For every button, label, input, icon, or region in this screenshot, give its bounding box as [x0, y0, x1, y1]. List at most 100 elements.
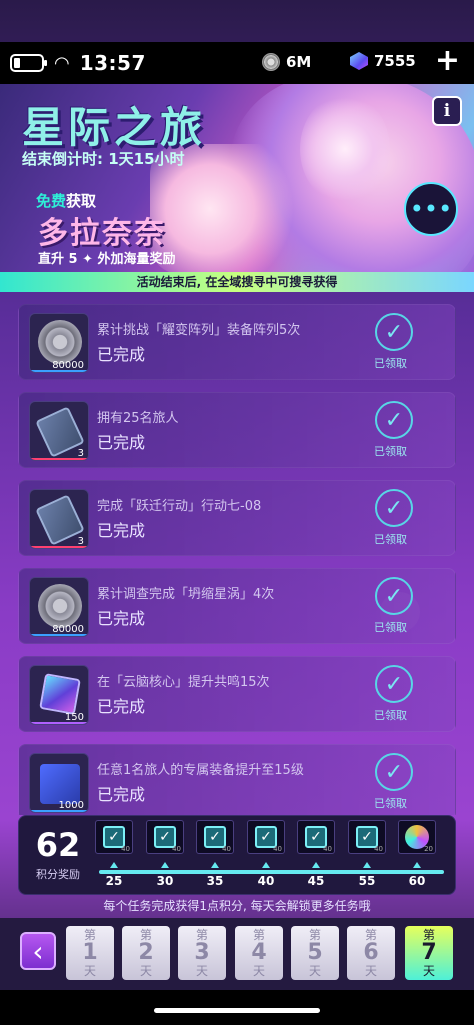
milestone-reward[interactable]: ✓ 40 — [196, 820, 234, 858]
reward-icon-box: 150 — [29, 665, 89, 725]
event-note: 活动结束后, 在全域搜寻中可搜寻获得 — [0, 272, 474, 292]
day-tab-6[interactable]: 第6天 — [347, 926, 395, 980]
day-tab-1[interactable]: 第1天 — [66, 926, 114, 980]
task-row[interactable]: 3 完成「跃迁行动」行动七-08 已完成 ✓ 已领取 — [18, 480, 456, 556]
gem-balance[interactable]: 7555 — [350, 52, 416, 70]
milestone-marker — [262, 862, 270, 868]
reward-icon-box: 80000 — [29, 313, 89, 373]
day-bottom: 天 — [308, 964, 321, 978]
battery-icon — [10, 54, 47, 72]
event-title: 星际之旅 — [22, 103, 207, 152]
milestone-value: 55 — [358, 874, 376, 888]
task-status: 已完成 — [97, 521, 146, 540]
task-title: 在「云脑核心」提升共鸣15次 — [97, 675, 270, 690]
milestone-value: 60 — [408, 874, 426, 888]
day-bottom: 天 — [252, 964, 265, 978]
task-status: 已完成 — [97, 345, 146, 364]
day-tab-3[interactable]: 第3天 — [178, 926, 226, 980]
points-label: 积分奖励 — [36, 868, 80, 881]
event-countdown: 结束倒计时: 1天15小时 — [22, 150, 185, 168]
reward-icon-box: 80000 — [29, 577, 89, 637]
check-icon: ✓ — [375, 577, 413, 615]
milestone-value: 30 — [156, 874, 174, 888]
day-selector: ‹ 第1天 第2天 第3天 第4天 第5天 第6天 第7天 — [0, 918, 474, 990]
milestone-marker — [161, 862, 169, 868]
milestone-value: 45 — [307, 874, 325, 888]
milestone-reward[interactable]: 20 — [398, 820, 436, 858]
back-button[interactable]: ‹ — [20, 932, 56, 970]
milestone-mini: 40 — [374, 845, 383, 853]
status-left: ◠ 13:57 — [10, 51, 146, 75]
coin-icon — [262, 53, 280, 71]
wifi-icon: ◠ — [54, 52, 70, 74]
day-tab-7[interactable]: 第7天 — [405, 926, 453, 980]
day-number: 3 — [194, 940, 210, 965]
claimed-label: 已领取 — [374, 533, 407, 546]
task-title: 拥有25名旅人 — [97, 411, 179, 426]
chat-icon[interactable]: ••• — [404, 182, 458, 236]
milestone-mini: 40 — [222, 845, 231, 853]
reward-icon-box: 3 — [29, 401, 89, 461]
check-icon: ✓ — [375, 665, 413, 703]
add-currency-button[interactable]: + — [435, 46, 460, 76]
gem-icon — [350, 52, 368, 70]
milestone-marker — [312, 862, 320, 868]
rarity-bar — [30, 634, 88, 636]
check-icon: ✓ — [375, 489, 413, 527]
task-row[interactable]: 150 在「云脑核心」提升共鸣15次 已完成 ✓ 已领取 — [18, 656, 456, 732]
milestone-marker — [413, 862, 421, 868]
milestone-value: 40 — [257, 874, 275, 888]
points-value: 62 — [35, 826, 81, 864]
milestone-mini: 20 — [424, 845, 433, 853]
points-reward-bar: 62 积分奖励 ✓ 40 25 ✓ 40 30 ✓ 40 35 ✓ 40 40 ✓ 40 … — [18, 815, 456, 895]
blocks-icon — [40, 764, 80, 804]
milestone-mini: 40 — [172, 845, 181, 853]
rarity-bar — [30, 458, 88, 460]
day-tab-4[interactable]: 第4天 — [235, 926, 283, 980]
rarity-bar — [30, 370, 88, 372]
home-indicator[interactable] — [154, 1008, 320, 1013]
claimed-label: 已领取 — [374, 357, 407, 370]
level-up-text: 直升 5 ✦ 外加海量奖励 — [38, 252, 176, 267]
claimed-label: 已领取 — [374, 797, 407, 810]
milestone-reward[interactable]: ✓ 40 — [95, 820, 133, 858]
clock: 13:57 — [79, 51, 146, 75]
coin-amount: 6M — [286, 53, 312, 71]
milestone-value: 25 — [105, 874, 123, 888]
milestone-value: 35 — [206, 874, 224, 888]
day-number: 5 — [307, 940, 323, 965]
check-icon: ✓ — [375, 753, 413, 791]
info-button[interactable]: i — [432, 96, 462, 126]
app-screen: ◠ 13:57 6M 7555 + 星际之旅 结束倒计时: 1天15小时 免费获… — [0, 0, 474, 1025]
task-title: 完成「跃迁行动」行动七-08 — [97, 499, 262, 514]
day-tab-5[interactable]: 第5天 — [291, 926, 339, 980]
day-number: 4 — [251, 940, 267, 965]
day-tab-2[interactable]: 第2天 — [122, 926, 170, 980]
day-number: 7 — [421, 940, 437, 965]
task-row[interactable]: 80000 累计挑战「耀变阵列」装备阵列5次 已完成 ✓ 已领取 — [18, 304, 456, 380]
rarity-bar — [30, 722, 88, 724]
task-status: 已完成 — [97, 433, 146, 452]
coin-gear-icon — [38, 320, 82, 364]
reward-icon-box: 3 — [29, 489, 89, 549]
task-row[interactable]: 1000 任意1名旅人的专属装备提升至15级 已完成 ✓ 已领取 — [18, 744, 456, 815]
coin-balance[interactable]: 6M — [262, 53, 311, 71]
day-bottom: 天 — [364, 964, 377, 978]
task-row[interactable]: 80000 累计调查完成「坍缩星涡」4次 已完成 ✓ 已领取 — [18, 568, 456, 644]
milestone-reward[interactable]: ✓ 40 — [297, 820, 335, 858]
milestone-reward[interactable]: ✓ 40 — [146, 820, 184, 858]
milestone-marker — [110, 862, 118, 868]
milestone-reward[interactable]: ✓ 40 — [247, 820, 285, 858]
character-name: 多拉奈奈 — [38, 216, 166, 251]
check-icon: ✓ — [375, 401, 413, 439]
milestone-reward[interactable]: ✓ 40 — [348, 820, 386, 858]
character-art-face — [300, 94, 390, 204]
task-title: 任意1名旅人的专属装备提升至15级 — [97, 763, 304, 778]
day-bottom: 天 — [83, 964, 96, 978]
status-bar: ◠ 13:57 6M 7555 + — [0, 42, 474, 84]
task-list[interactable]: 80000 累计挑战「耀变阵列」装备阵列5次 已完成 ✓ 已领取 3 拥有25名… — [0, 292, 474, 815]
gem-amount: 7555 — [374, 52, 416, 70]
footer-note: 每个任务完成获得1点积分, 每天会解锁更多任务哦 — [103, 899, 371, 913]
coin-gear-icon — [38, 584, 82, 628]
task-row[interactable]: 3 拥有25名旅人 已完成 ✓ 已领取 — [18, 392, 456, 468]
